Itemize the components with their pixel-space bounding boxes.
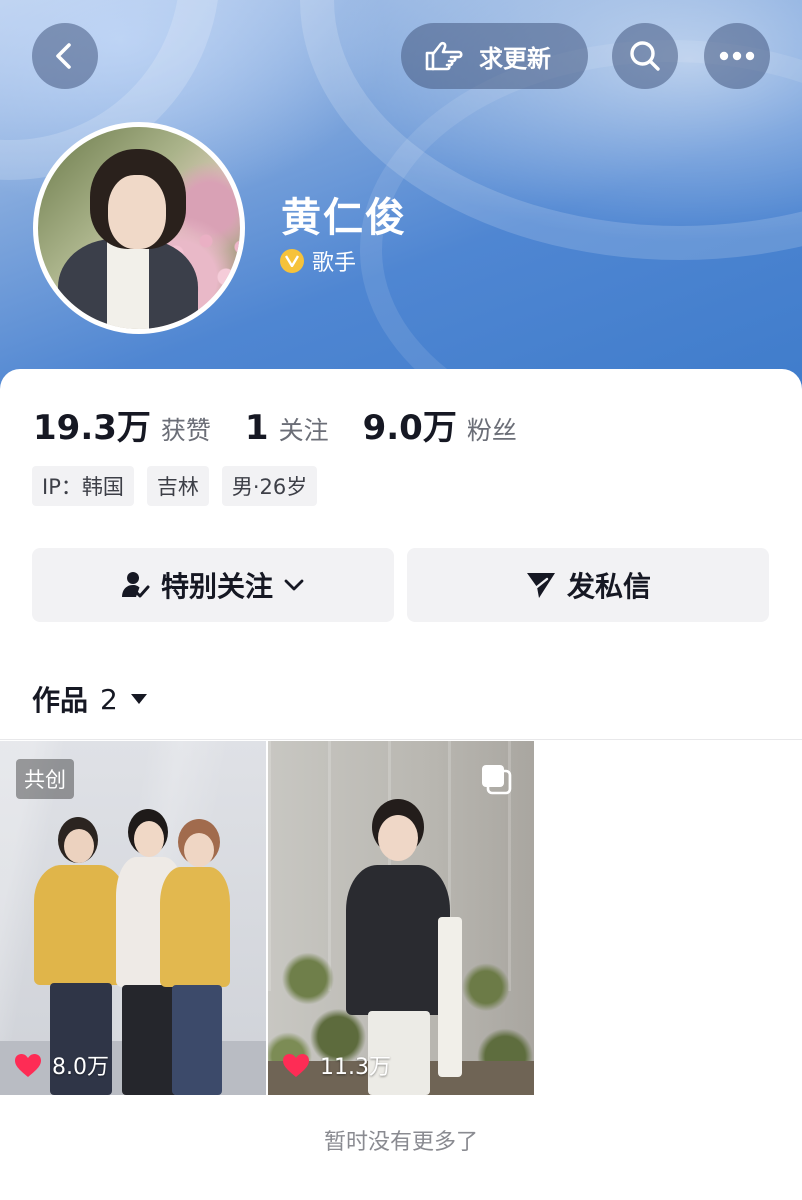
profile-name: 黄仁俊 [281, 195, 407, 241]
more-button[interactable] [704, 23, 770, 89]
tag-ip-location: IP：韩国 [32, 466, 134, 506]
verification-row: 歌手 [280, 245, 356, 277]
stat-followers-value: 9.0万 [362, 408, 457, 448]
tag-city: 吉林 [146, 466, 209, 506]
stat-followers-label: 粉丝 [466, 416, 517, 445]
like-count: 11.3万 [282, 1049, 391, 1081]
works-count: 2 [100, 682, 118, 716]
stat-following-label: 关注 [278, 416, 329, 445]
send-message-label: 发私信 [566, 570, 651, 603]
profile-tags: IP：韩国 吉林 男·26岁 [32, 466, 318, 506]
tag-gender-age: 男·26岁 [221, 466, 318, 506]
co-create-badge: 共创 [16, 759, 74, 799]
like-count-value: 11.3万 [320, 1055, 391, 1080]
stat-likes-label: 获赞 [160, 416, 211, 445]
avatar-face [108, 175, 166, 249]
multi-image-icon [480, 763, 512, 799]
avatar[interactable] [33, 122, 245, 334]
search-button[interactable] [612, 23, 678, 89]
request-update-label: 求更新 [479, 44, 551, 73]
heart-icon [15, 1053, 41, 1077]
chevron-down-icon [284, 579, 304, 591]
special-follow-button[interactable]: 特别关注 [32, 548, 394, 622]
photo-person [160, 817, 260, 1095]
stat-following-value: 1 [244, 408, 269, 448]
request-update-button[interactable]: 求更新 [401, 23, 588, 89]
caret-down-icon [130, 694, 147, 704]
user-check-icon [121, 572, 150, 598]
video-thumbnail[interactable]: 11.3万 [268, 741, 534, 1095]
stat-likes[interactable]: 19.3万 获赞 [33, 400, 211, 449]
special-follow-label: 特别关注 [160, 570, 273, 603]
send-icon [526, 573, 555, 598]
send-message-button[interactable]: 发私信 [407, 548, 769, 622]
pointing-hand-icon [425, 41, 463, 71]
video-thumbnail[interactable]: 共创 8.0万 [0, 741, 266, 1095]
stat-followers[interactable]: 9.0万 粉丝 [363, 400, 517, 449]
no-more-text: 暂时没有更多了 [323, 1130, 478, 1155]
back-button[interactable] [32, 23, 98, 89]
stats-row: 19.3万 获赞 1 关注 9.0万 粉丝 [33, 400, 551, 449]
works-tab[interactable]: 作品 2 [32, 679, 148, 719]
verification-label: 歌手 [312, 251, 357, 276]
search-icon [630, 41, 660, 71]
more-dots-icon [719, 51, 755, 61]
like-count-value: 8.0万 [52, 1055, 109, 1080]
works-divider [0, 739, 802, 740]
verified-badge-icon [280, 249, 304, 273]
like-count: 8.0万 [14, 1049, 109, 1081]
works-label: 作品 [32, 684, 89, 717]
stat-following[interactable]: 1 关注 [245, 408, 329, 448]
stat-likes-value: 19.3万 [33, 408, 151, 448]
avatar-body [58, 239, 198, 329]
heart-icon [283, 1053, 309, 1077]
chevron-left-icon [56, 43, 71, 69]
